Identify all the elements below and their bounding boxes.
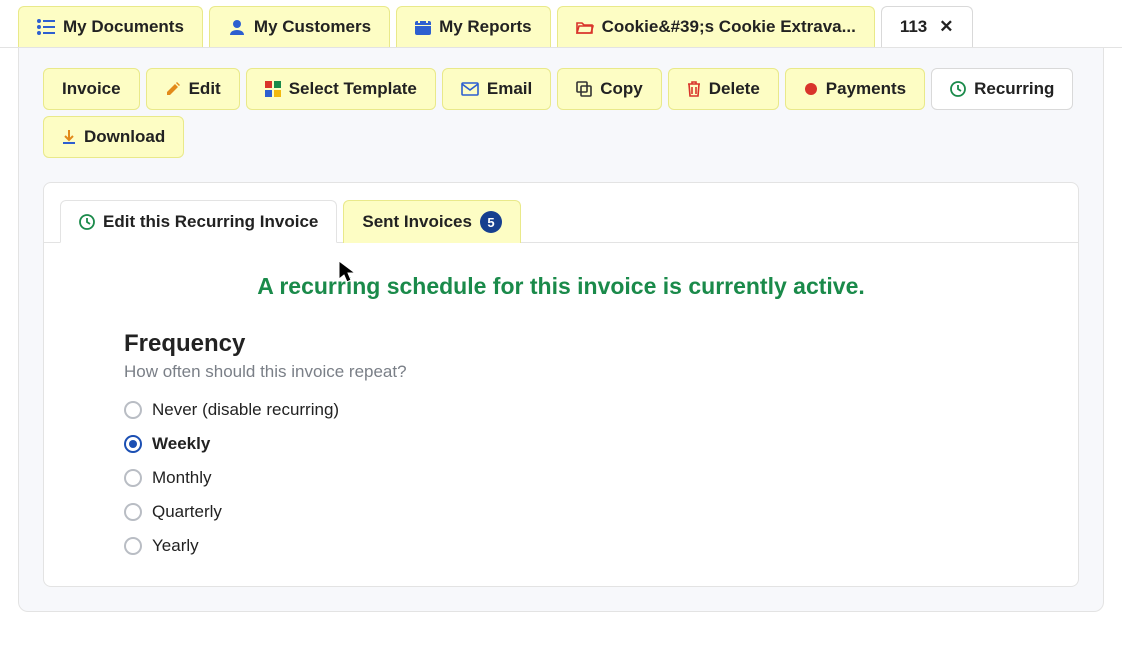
button-label: Download	[84, 127, 165, 147]
clock-icon	[79, 214, 95, 230]
close-icon[interactable]: ✕	[939, 17, 953, 37]
edit-button[interactable]: Edit	[146, 68, 240, 110]
radio-icon	[124, 469, 142, 487]
frequency-section: Frequency How often should this invoice …	[44, 320, 1078, 586]
option-label: Never (disable recurring)	[152, 400, 339, 420]
button-label: Invoice	[62, 79, 121, 99]
option-label: Yearly	[152, 536, 199, 556]
button-label: Payments	[826, 79, 906, 99]
top-tab-strip: My Documents My Customers My Reports Coo…	[0, 0, 1122, 48]
tab-label: My Customers	[254, 17, 371, 37]
frequency-option-monthly[interactable]: Monthly	[124, 468, 998, 488]
radio-icon	[124, 435, 142, 453]
users-icon	[228, 19, 246, 35]
option-label: Monthly	[152, 468, 212, 488]
tab-active-document[interactable]: 113 ✕	[881, 6, 973, 47]
frequency-option-yearly[interactable]: Yearly	[124, 536, 998, 556]
radio-icon	[124, 537, 142, 555]
tab-edit-recurring[interactable]: Edit this Recurring Invoice	[60, 200, 337, 243]
invoice-button[interactable]: Invoice	[43, 68, 140, 110]
button-label: Delete	[709, 79, 760, 99]
payments-button[interactable]: Payments	[785, 68, 925, 110]
select-template-button[interactable]: Select Template	[246, 68, 436, 110]
tab-open-document[interactable]: Cookie&#39;s Cookie Extrava...	[557, 6, 875, 47]
folder-open-icon	[576, 20, 594, 34]
toolbar: Invoice Edit Select Template Email	[43, 68, 1079, 158]
tab-label: 113	[900, 17, 927, 37]
button-label: Recurring	[974, 79, 1054, 99]
inner-tab-strip: Edit this Recurring Invoice Sent Invoice…	[44, 183, 1078, 243]
email-button[interactable]: Email	[442, 68, 551, 110]
radio-icon	[124, 503, 142, 521]
recurring-button[interactable]: Recurring	[931, 68, 1073, 110]
tab-my-reports[interactable]: My Reports	[396, 6, 551, 47]
download-icon	[62, 129, 76, 145]
download-button[interactable]: Download	[43, 116, 184, 158]
frequency-option-quarterly[interactable]: Quarterly	[124, 502, 998, 522]
tab-my-documents[interactable]: My Documents	[18, 6, 203, 47]
inner-tab-label: Sent Invoices	[362, 212, 472, 232]
pencil-icon	[165, 81, 181, 97]
record-icon	[804, 82, 818, 96]
frequency-options: Never (disable recurring) Weekly Monthly…	[124, 400, 998, 556]
inner-tab-label: Edit this Recurring Invoice	[103, 212, 318, 232]
button-label: Copy	[600, 79, 643, 99]
list-icon	[37, 19, 55, 35]
frequency-subtitle: How often should this invoice repeat?	[124, 362, 998, 382]
frequency-option-never[interactable]: Never (disable recurring)	[124, 400, 998, 420]
option-label: Weekly	[152, 434, 210, 454]
tab-label: My Reports	[439, 17, 532, 37]
button-label: Email	[487, 79, 532, 99]
envelope-icon	[461, 82, 479, 96]
sent-count-badge: 5	[480, 211, 502, 233]
button-label: Select Template	[289, 79, 417, 99]
copy-button[interactable]: Copy	[557, 68, 662, 110]
grid-icon	[265, 81, 281, 97]
trash-icon	[687, 81, 701, 97]
recurring-status-message: A recurring schedule for this invoice is…	[44, 243, 1078, 320]
calendar-icon	[415, 19, 431, 35]
clock-icon	[950, 81, 966, 97]
frequency-title: Frequency	[124, 330, 998, 358]
radio-icon	[124, 401, 142, 419]
recurring-panel: Edit this Recurring Invoice Sent Invoice…	[43, 182, 1079, 587]
frequency-option-weekly[interactable]: Weekly	[124, 434, 998, 454]
delete-button[interactable]: Delete	[668, 68, 779, 110]
button-label: Edit	[189, 79, 221, 99]
tab-my-customers[interactable]: My Customers	[209, 6, 390, 47]
copy-icon	[576, 81, 592, 97]
tab-label: My Documents	[63, 17, 184, 37]
tab-label: Cookie&#39;s Cookie Extrava...	[602, 17, 856, 37]
tab-sent-invoices[interactable]: Sent Invoices 5	[343, 200, 521, 243]
option-label: Quarterly	[152, 502, 222, 522]
